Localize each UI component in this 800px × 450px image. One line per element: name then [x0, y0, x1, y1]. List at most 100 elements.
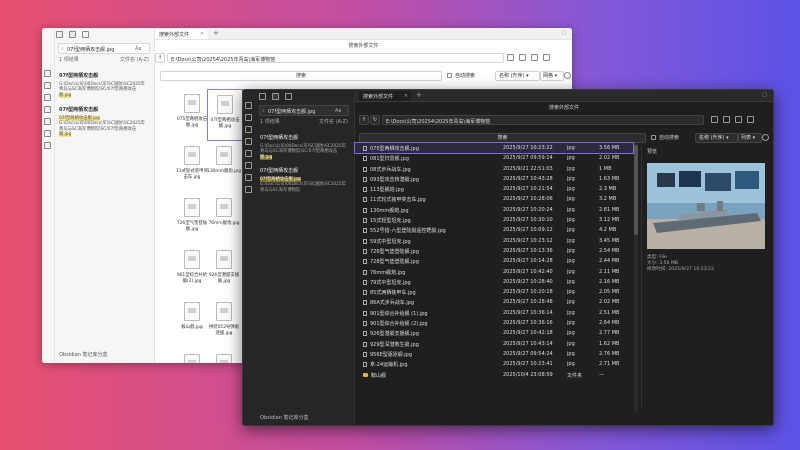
close-icon[interactable]: × [404, 93, 408, 99]
file-tile[interactable]: 11式轮式装甲突击车.jpg [175, 141, 209, 191]
file-row[interactable]: 093型攻击核潜艇.jpg 2025/9/27 10:43:28 jpg 1.63 M… [355, 174, 633, 184]
file-row[interactable]: 08式步兵战车.jpg 2025/9/21 22:51:03 jpg 1 MB [355, 164, 633, 174]
list-scrollbar[interactable] [634, 143, 638, 413]
new-tab-icon[interactable]: + [213, 29, 219, 37]
file-row[interactable]: 79式中型坦克.jpg 2025/9/27 10:28:40 jpg 2.16 MB [355, 277, 633, 287]
search-icon[interactable] [69, 31, 76, 38]
play-icon[interactable] [507, 54, 514, 61]
result-group[interactable]: 07f型两栖攻击舰 07f型两栖攻击舰.jpg G:\Doc\公司\00Docs… [260, 167, 348, 193]
search-icon[interactable] [272, 93, 279, 100]
auto-search-toggle[interactable]: 自动搜索 [447, 72, 475, 79]
vault-name[interactable]: Obsidian 笔记库分盒 [260, 414, 309, 421]
file-row[interactable]: 726型气垫登陆舰.jpg 2025/9/27 10:13:36 jpg 2.54 M… [355, 246, 633, 256]
view-select[interactable]: 列表 ▾ [738, 133, 762, 143]
file-row[interactable]: 85式两栖装甲车.jpg 2025/9/27 10:20:18 jpg 2.05 MB [355, 287, 633, 297]
file-tile[interactable]: 歼15飞鲨飞机.jpg [207, 349, 241, 363]
files-icon[interactable] [245, 102, 252, 109]
external-link-icon[interactable] [735, 116, 742, 123]
window-controls[interactable]: ▢ [762, 92, 767, 98]
file-tile[interactable]: 鞍山舰.jpg [175, 297, 209, 347]
search-icon[interactable] [44, 82, 51, 89]
match-case-toggle[interactable]: Aa [135, 46, 141, 52]
file-row[interactable]: 15式轻型坦克.jpg 2025/9/27 10:30:10 jpg 3.12 MB [355, 215, 633, 225]
graph-icon[interactable] [44, 94, 51, 101]
path-input[interactable]: E:\Docs\公司\20254\2025年青岛\海军博物馆 [382, 115, 704, 125]
command-icon[interactable] [44, 130, 51, 137]
checkbox[interactable] [447, 73, 452, 78]
eye-icon[interactable] [762, 134, 769, 141]
folder-row[interactable]: 鞍山舰 2025/10/4 23:08:59 文件夹 — [355, 370, 633, 380]
sort-label[interactable]: 文件名 (A-Z) [120, 56, 149, 63]
file-row[interactable]: 956E型驱逐舰.jpg 2025/9/27 09:54:24 jpg 2.76 MB [355, 349, 633, 359]
window-controls[interactable]: ▢ [561, 30, 566, 36]
result-group[interactable]: 07f型两栖攻击舰 G:\Doc\公司\00Docs\军\SC国防\SC2025… [59, 72, 149, 98]
file-row[interactable]: 76mm舰炮.jpg 2025/9/27 10:42:40 jpg 2.11 MB [355, 267, 633, 277]
file-row[interactable]: 926型潜艇支援舰.jpg 2025/9/27 10:42:18 jpg 2.77 M… [355, 328, 633, 338]
search-icon[interactable] [245, 114, 252, 121]
file-tile[interactable]: 901型综合补给舰(2).jpg [175, 245, 209, 295]
refresh-button[interactable]: ↻ [370, 115, 380, 125]
help-icon[interactable] [543, 54, 550, 61]
file-row[interactable]: 130mm舰炮.jpg 2025/9/27 10:20:24 jpg 2.81 MB [355, 205, 633, 215]
match-case-toggle[interactable]: Aa [335, 108, 341, 114]
file-row[interactable]: 075型两栖攻击舰.jpg 2025/9/27 10:23:22 jpg 3.56 M… [354, 141, 634, 155]
file-row[interactable]: 081型扫雷舰.jpg 2025/9/27 09:59:14 jpg 2.02 MB [355, 153, 633, 163]
sort-select[interactable]: 名称 (升序) ▾ [495, 71, 540, 81]
search-input[interactable]: ⌕ 07f型两栖攻击舰.jpg Aa [58, 43, 150, 54]
tag-icon[interactable] [44, 142, 51, 149]
file-tile[interactable]: 075型两栖攻击舰.jpg [175, 89, 209, 139]
result-group[interactable]: 07f型两栖攻击舰 07f型两栖攻击舰.jpg G:\Doc\公司\00Docs… [59, 106, 149, 138]
result-group-title[interactable]: 07f型两栖攻击舰 [260, 167, 348, 174]
search-button[interactable]: 搜索 [160, 71, 442, 81]
back-button[interactable]: ↑ [359, 115, 369, 125]
search-button[interactable]: 搜索 [359, 133, 646, 143]
folder-icon[interactable] [56, 31, 63, 38]
file-row[interactable]: 901型综合补给舰 (2).jpg 2025/9/27 10:36:16 jpg 2.… [355, 318, 633, 328]
file-tile[interactable]: 拼装052导弹驱逐舰.jpg [207, 297, 241, 347]
sort-label[interactable]: 文件名 (A-Z) [319, 118, 348, 125]
file-row[interactable]: 929型深潜救生艇.jpg 2025/9/27 10:43:14 jpg 1.62 M… [355, 339, 633, 349]
files-icon[interactable] [44, 70, 51, 77]
external-link-icon[interactable] [531, 54, 538, 61]
file-row[interactable]: 11式轮式装甲突击车.jpg 2025/9/27 10:28:06 jpg 3.2 M… [355, 194, 633, 204]
folder-open-icon[interactable] [519, 54, 526, 61]
new-tab-icon[interactable]: + [416, 91, 422, 99]
bookmark-icon[interactable] [82, 31, 89, 38]
file-tile[interactable]: 07f型两栖攻击舰.jpg [207, 89, 243, 141]
file-row[interactable]: 86A式步兵战车.jpg 2025/9/27 10:28:48 jpg 2.02 MB [355, 297, 633, 307]
file-tile[interactable]: 歼15飞鲨飞机.jpg [175, 349, 209, 363]
play-icon[interactable] [711, 116, 718, 123]
auto-search-toggle[interactable]: 自动搜索 [651, 134, 679, 141]
sort-select[interactable]: 名称 (升序) ▾ [695, 133, 738, 143]
tab-search-external[interactable]: 搜索外部文件 × [359, 91, 411, 101]
close-icon[interactable]: × [200, 31, 204, 37]
checkbox[interactable] [651, 135, 656, 140]
file-row[interactable]: 拿-24运输机.jpg 2025/9/27 10:23:41 jpg 2.71 MB [355, 359, 633, 369]
tag-icon[interactable] [245, 174, 252, 181]
command-icon[interactable] [245, 162, 252, 169]
file-row[interactable]: 59式中型坦克.jpg 2025/9/27 10:23:12 jpg 3.45 MB [355, 236, 633, 246]
file-row[interactable]: 728型气垫登陆舰.jpg 2025/9/27 10:14:28 jpg 2.44 M… [355, 256, 633, 266]
calendar-icon[interactable] [44, 106, 51, 113]
folder-open-icon[interactable] [723, 116, 730, 123]
template-icon[interactable] [245, 150, 252, 157]
view-select[interactable]: 网格 ▾ [540, 71, 564, 81]
calendar-icon[interactable] [245, 138, 252, 145]
file-row[interactable]: 113型舰炮.jpg 2025/9/27 10:21:54 jpg 2.3 MB [355, 184, 633, 194]
result-group[interactable]: 07f型两栖攻击舰 G:\Doc\公司\00Docs\军\SC国防\SC2025… [260, 134, 348, 160]
result-group-title[interactable]: 07f型两栖攻击舰 [59, 106, 149, 113]
result-group-title[interactable]: 07f型两栖攻击舰 [260, 134, 348, 141]
back-button[interactable]: ↑ [155, 53, 165, 63]
search-input[interactable]: ⌕ 07f型两栖攻击舰.jpg Aa [259, 105, 349, 116]
eye-icon[interactable] [564, 72, 571, 79]
tab-search-external[interactable]: 搜索外部文件 × [155, 29, 207, 39]
file-row[interactable]: 901型综合补给舰 (1).jpg 2025/9/27 10:36:14 jpg 2.… [355, 308, 633, 318]
vault-name[interactable]: Obsidian 笔记库分盒 [59, 351, 108, 358]
file-tile[interactable]: 76mm舰炮.jpg [207, 193, 241, 243]
file-tile[interactable]: 726型气垫登陆舰.jpg [175, 193, 209, 243]
help-icon[interactable] [747, 116, 754, 123]
folder-icon[interactable] [259, 93, 266, 100]
file-tile[interactable]: 926型潜艇支援舰.jpg [207, 245, 241, 295]
file-row[interactable]: 552号猎-六型登陆艇遥控靶艇.jpg 2025/9/27 10:09:12 jpg… [355, 225, 633, 235]
publish-icon[interactable] [245, 186, 252, 193]
